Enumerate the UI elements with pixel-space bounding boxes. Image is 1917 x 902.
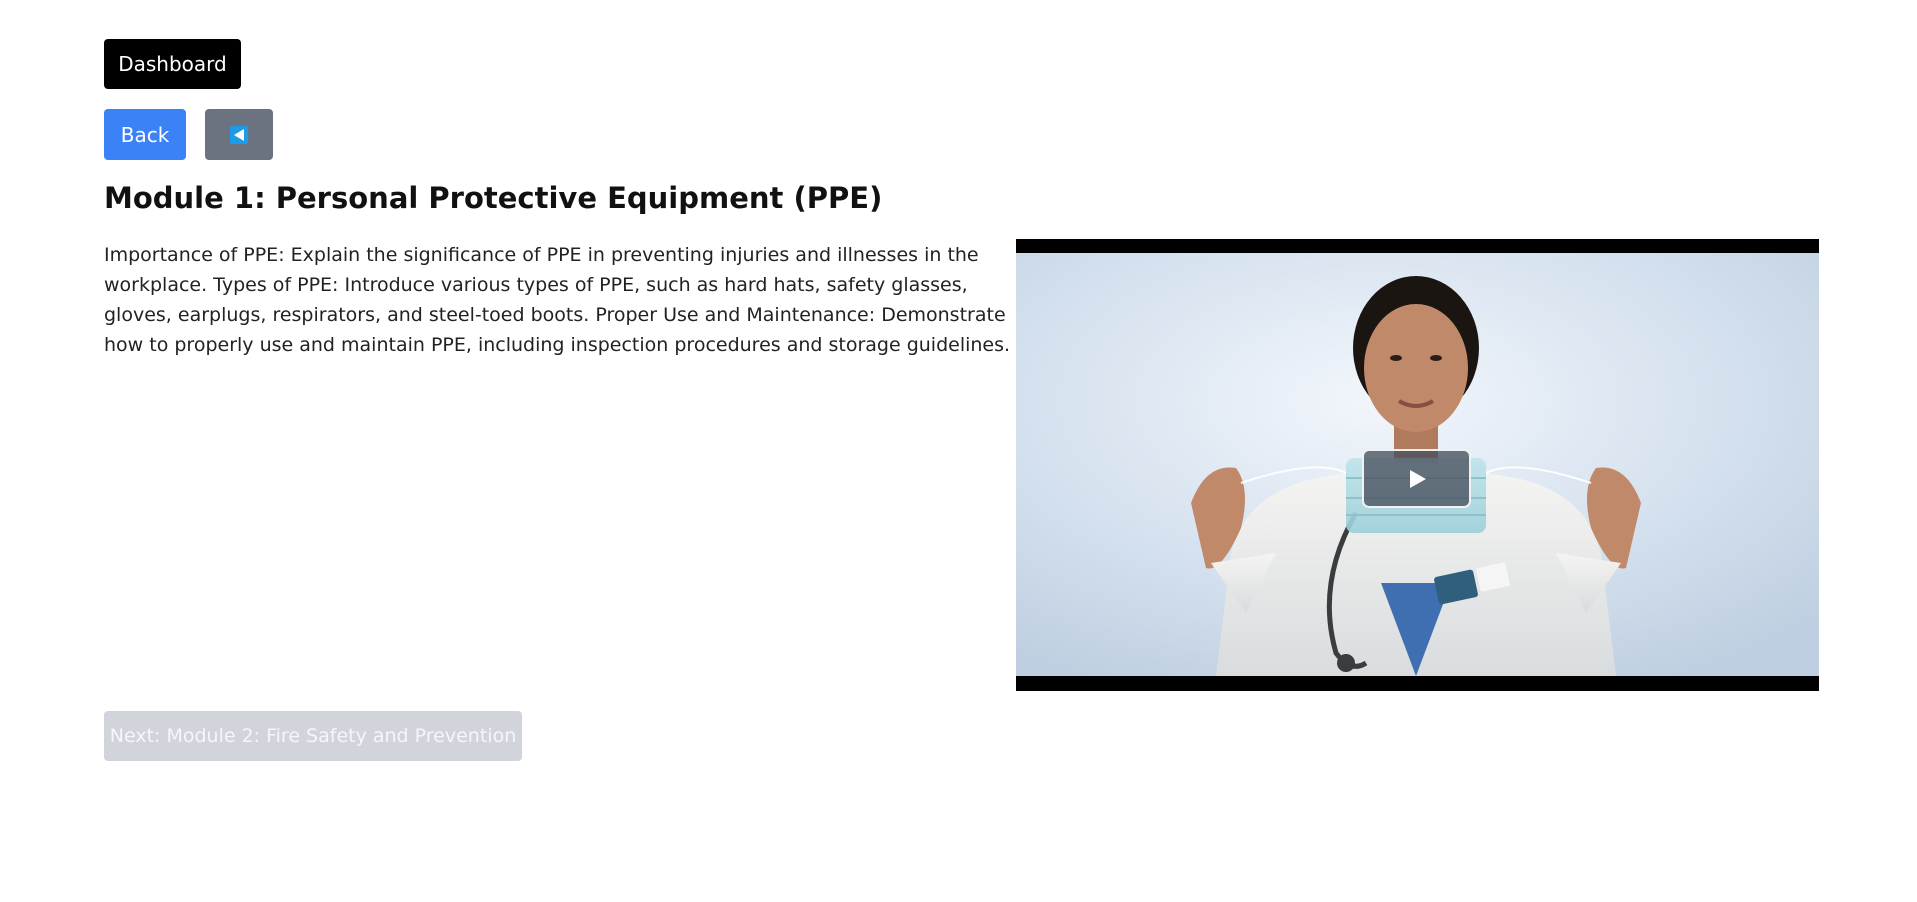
video-thumbnail — [1016, 253, 1819, 676]
play-button[interactable] — [1362, 449, 1471, 508]
video-player[interactable] — [1016, 239, 1819, 691]
back-button[interactable]: Back — [104, 109, 186, 160]
page-title: Module 1: Personal Protective Equipment … — [104, 181, 883, 215]
play-icon — [1409, 469, 1426, 488]
dashboard-button[interactable]: Dashboard — [104, 39, 241, 89]
module-description: Importance of PPE: Explain the significa… — [104, 244, 1011, 356]
module-page: Dashboard Back Module 1: Personal Protec… — [0, 0, 1917, 902]
speaker-icon — [230, 125, 248, 144]
audio-button[interactable] — [205, 109, 273, 160]
next-module-button[interactable]: Next: Module 2: Fire Safety and Preventi… — [104, 711, 522, 761]
